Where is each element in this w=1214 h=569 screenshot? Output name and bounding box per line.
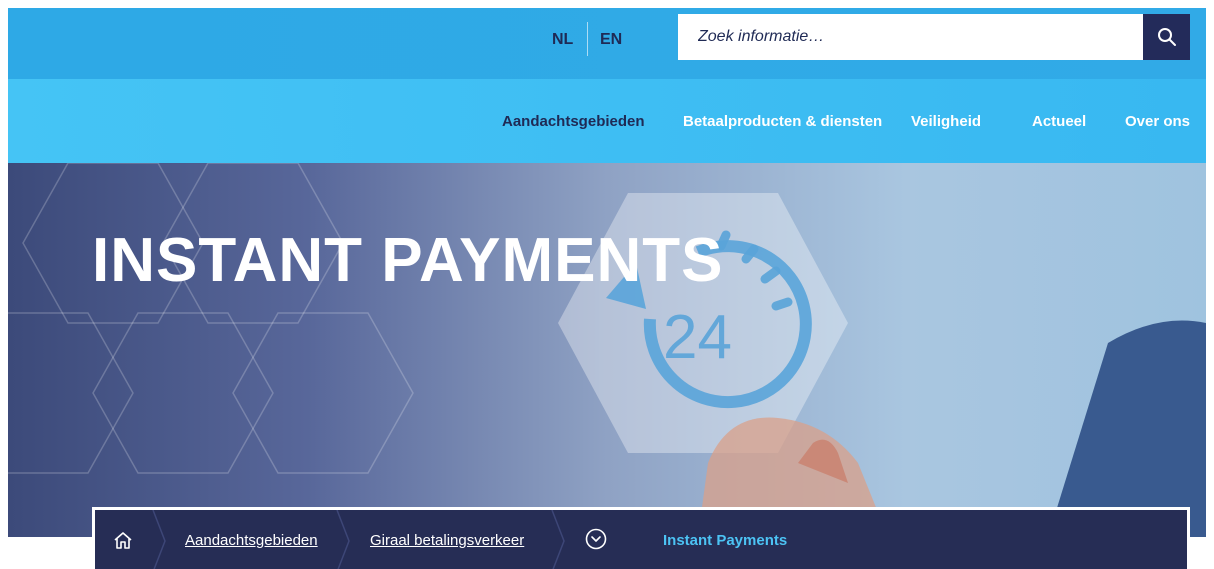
nav-item-over-ons[interactable]: Over ons	[1125, 113, 1190, 130]
search-button[interactable]	[1143, 14, 1190, 60]
nav-item-veiligheid[interactable]: Veiligheid	[911, 113, 981, 130]
breadcrumb-home-link[interactable]	[113, 530, 133, 555]
language-nl-link[interactable]: NL	[552, 26, 573, 54]
breadcrumb-giraal-betalingsverkeer[interactable]: Giraal betalingsverkeer	[370, 532, 524, 549]
language-en-link[interactable]: EN	[600, 26, 622, 54]
page-title: INSTANT PAYMENTS	[92, 226, 724, 295]
home-icon	[114, 532, 132, 549]
breadcrumb-separator	[336, 510, 350, 569]
breadcrumb: Aandachtsgebieden Giraal betalingsverkee…	[92, 507, 1190, 569]
top-bar: NL EN	[8, 8, 1206, 79]
breadcrumb-expand-button[interactable]	[585, 528, 607, 555]
breadcrumb-aandachtsgebieden[interactable]: Aandachtsgebieden	[185, 532, 318, 549]
chevron-down-circle-icon	[585, 528, 607, 550]
language-separator	[587, 22, 588, 56]
breadcrumb-separator	[551, 510, 565, 569]
hero-background-art: 24	[8, 163, 1206, 537]
nav-item-actueel[interactable]: Actueel	[1032, 113, 1086, 130]
nav-item-betaalproducten[interactable]: Betaalproducten & diensten	[683, 113, 882, 130]
search-input[interactable]	[678, 14, 1143, 60]
nav-item-aandachtsgebieden[interactable]: Aandachtsgebieden	[502, 113, 645, 130]
breadcrumb-separator	[152, 510, 166, 569]
breadcrumb-current: Instant Payments	[663, 532, 788, 549]
search-icon	[1157, 28, 1176, 46]
hero-badge-number: 24	[663, 303, 732, 372]
hero-banner: 24 INSTANT PAYMENTS	[8, 163, 1206, 537]
main-nav: Aandachtsgebieden Betaalproducten & dien…	[8, 79, 1206, 163]
